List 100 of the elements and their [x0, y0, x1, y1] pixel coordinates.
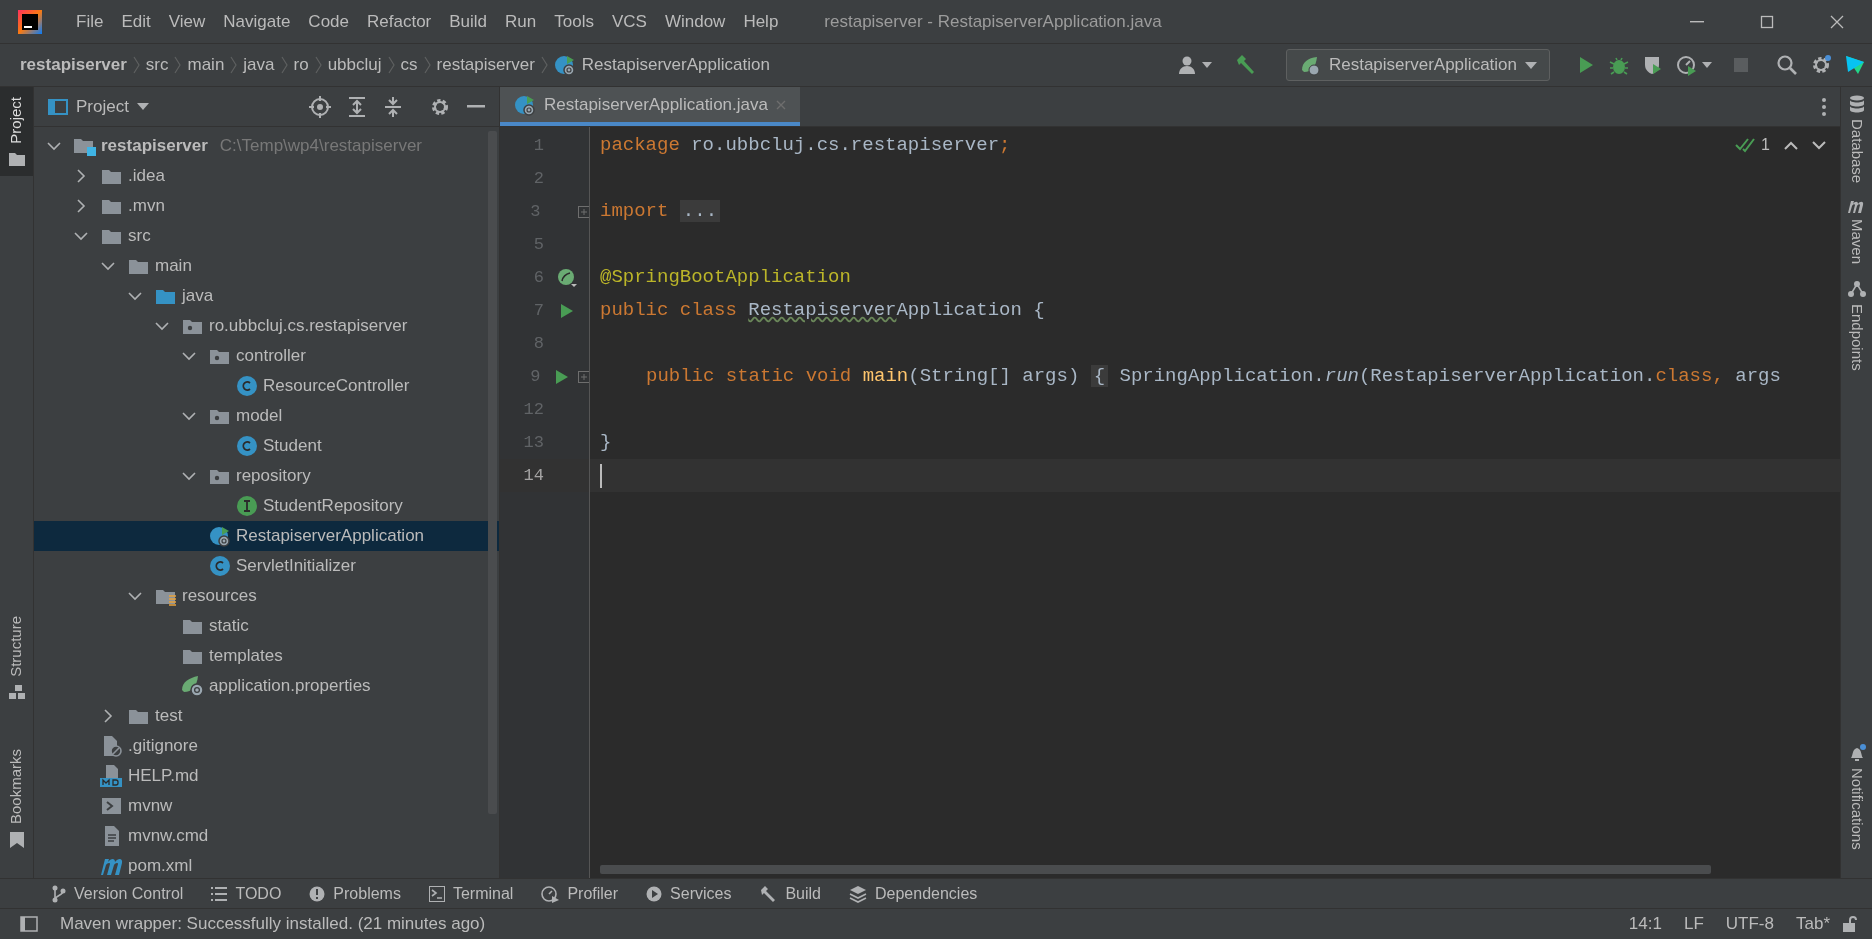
collapse-all-icon[interactable]	[383, 95, 403, 118]
tree-item[interactable]: test	[34, 701, 499, 731]
tool-window-stripe-button[interactable]: Maven	[1845, 191, 1868, 273]
tree-item[interactable]: controller	[34, 341, 499, 371]
chevron-down-icon[interactable]	[182, 411, 196, 421]
more-options-icon[interactable]	[1822, 97, 1826, 116]
status-bar-item[interactable]: Tab*	[1791, 911, 1834, 937]
breadcrumb[interactable]: ro	[293, 52, 309, 78]
chevron-down-icon[interactable]	[101, 261, 115, 271]
run-icon[interactable]	[560, 302, 574, 319]
scrollbar-thumb[interactable]	[488, 131, 497, 814]
chevron-down-icon[interactable]	[182, 471, 196, 481]
menu-item[interactable]: Run	[497, 8, 545, 35]
chevron-down-icon[interactable]	[128, 591, 142, 601]
fold-icon[interactable]	[578, 205, 589, 218]
menu-item[interactable]: Refactor	[359, 8, 440, 35]
tree-item[interactable]: .idea	[34, 161, 499, 191]
locate-icon[interactable]	[309, 95, 331, 118]
tree-item[interactable]: StudentRepository	[34, 491, 499, 521]
tool-window-button[interactable]: Profiler	[541, 881, 619, 906]
status-message[interactable]: Maven wrapper: Successfully installed. (21 minutes ago)	[60, 911, 486, 937]
tree-item[interactable]: .mvn	[34, 191, 499, 221]
run-configuration-dropdown[interactable]: RestapiserverApplication	[1285, 49, 1550, 81]
breadcrumb[interactable]: RestapiserverApplication	[553, 52, 770, 78]
toolbox-logo-icon[interactable]	[1844, 54, 1866, 76]
breadcrumb[interactable]: cs	[400, 52, 418, 78]
tool-window-button[interactable]: Dependencies	[849, 881, 978, 906]
project-view-dropdown[interactable]: Project	[48, 93, 149, 120]
tool-window-button[interactable]: Version Control	[52, 881, 184, 906]
settings-icon[interactable]	[1810, 54, 1832, 76]
menu-item[interactable]: VCS	[603, 8, 655, 35]
leaf-icon[interactable]	[557, 267, 577, 288]
tool-window-button[interactable]: Terminal	[428, 881, 514, 906]
tree-item[interactable]: ServletInitializer	[34, 551, 499, 581]
tree-item[interactable]: Student	[34, 431, 499, 461]
tool-window-stripe-button[interactable]: Bookmarks	[0, 738, 33, 858]
panel-toggle-icon[interactable]	[20, 916, 38, 932]
tree-item[interactable]: java	[34, 281, 499, 311]
tool-window-button[interactable]: Problems	[309, 881, 401, 906]
menu-item[interactable]: Build	[441, 8, 496, 35]
menu-item[interactable]: Tools	[546, 8, 602, 35]
chevron-down-icon[interactable]	[74, 231, 88, 241]
profiler-menu-button[interactable]	[1676, 54, 1712, 76]
tree-item[interactable]: resources	[34, 581, 499, 611]
tool-window-button[interactable]: Build	[759, 881, 821, 906]
tree-item[interactable]: restapiserver C:\Temp\wp4\restapiserver	[34, 131, 499, 161]
menu-item[interactable]: View	[160, 8, 214, 35]
chevron-down-icon[interactable]	[155, 321, 169, 331]
user-menu-button[interactable]	[1176, 55, 1212, 75]
minimize-panel-icon[interactable]	[467, 104, 485, 109]
tree-item[interactable]: model	[34, 401, 499, 431]
status-bar-item[interactable]: UTF-8	[1721, 911, 1778, 937]
chevron-down-icon[interactable]	[182, 351, 196, 361]
chevron-down-icon[interactable]	[47, 141, 61, 151]
horizontal-scrollbar-thumb[interactable]	[600, 865, 1711, 874]
breadcrumb[interactable]: ubbcluj	[327, 52, 382, 78]
tree-item[interactable]: RestapiserverApplication	[34, 521, 499, 551]
double-check-icon[interactable]	[1735, 137, 1756, 153]
chevron-down-icon[interactable]	[128, 291, 142, 301]
tree-item[interactable]: ResourceController	[34, 371, 499, 401]
chevron-right-icon[interactable]	[76, 199, 86, 213]
tree-item[interactable]: repository	[34, 461, 499, 491]
menu-item[interactable]: Code	[300, 8, 357, 35]
breadcrumb[interactable]: restapiserver	[20, 52, 127, 78]
tree-item[interactable]: main	[34, 251, 499, 281]
chevron-right-icon[interactable]	[103, 709, 113, 723]
editor-tab[interactable]: RestapiserverApplication.java	[500, 87, 800, 126]
tool-window-button[interactable]: Services	[646, 881, 732, 906]
previous-icon[interactable]	[1784, 140, 1798, 150]
tree-item[interactable]: mvnw.cmd	[34, 821, 499, 851]
breadcrumb[interactable]: main	[187, 52, 225, 78]
menu-item[interactable]: Window	[656, 8, 734, 35]
menu-item[interactable]: Help	[735, 8, 787, 35]
tool-window-stripe-button[interactable]: Endpoints	[1845, 272, 1868, 379]
tool-window-stripe-button[interactable]: Notifications	[1845, 736, 1868, 858]
tree-item[interactable]: src	[34, 221, 499, 251]
breadcrumb[interactable]: src	[145, 52, 169, 78]
breadcrumb[interactable]: java	[243, 52, 275, 78]
fold-icon[interactable]	[578, 370, 589, 383]
tree-item[interactable]: application.properties	[34, 671, 499, 701]
tool-window-stripe-button[interactable]: Database	[1845, 87, 1868, 192]
expand-all-icon[interactable]	[347, 95, 367, 118]
tree-item[interactable]: templates	[34, 641, 499, 671]
breadcrumb[interactable]: restapiserver	[436, 52, 535, 78]
tree-item[interactable]: HELP.md	[34, 761, 499, 791]
tree-item[interactable]: mvnw	[34, 791, 499, 821]
tool-window-stripe-button[interactable]: Project	[0, 87, 33, 176]
menu-item[interactable]: Edit	[113, 8, 159, 35]
tree-item[interactable]: pom.xml	[34, 851, 499, 878]
status-bar-item[interactable]: LF	[1679, 911, 1708, 937]
tool-window-button[interactable]: TODO	[211, 881, 282, 906]
menu-item[interactable]: File	[68, 8, 112, 35]
tree-item[interactable]: .gitignore	[34, 731, 499, 761]
menu-item[interactable]: Navigate	[215, 8, 299, 35]
status-bar-item[interactable]: 14:1	[1624, 911, 1666, 937]
tree-item[interactable]: ro.ubbcluj.cs.restapiserver	[34, 311, 499, 341]
tool-window-stripe-button[interactable]: Structure	[0, 606, 33, 709]
run-icon[interactable]	[555, 368, 570, 385]
tree-item[interactable]: static	[34, 611, 499, 641]
chevron-right-icon[interactable]	[76, 169, 86, 183]
